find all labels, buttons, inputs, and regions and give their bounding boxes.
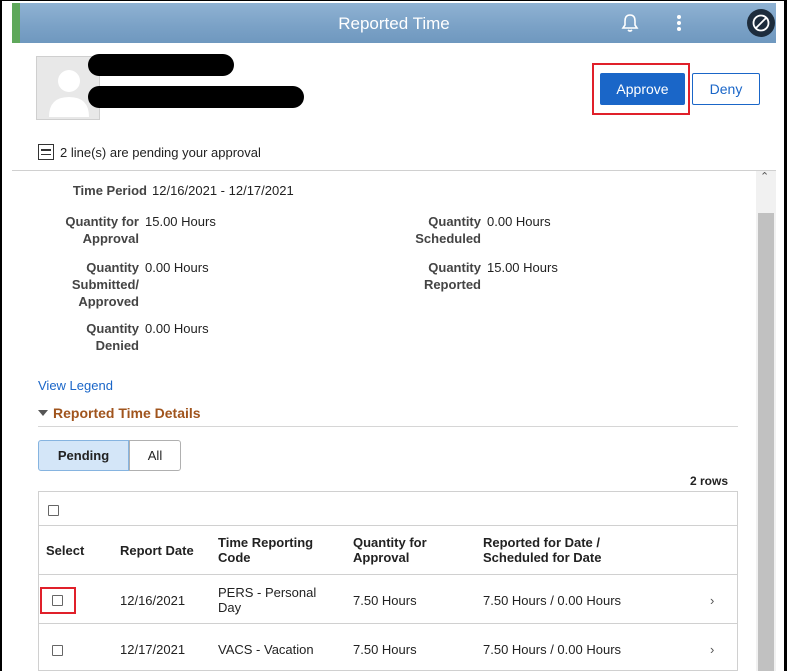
scroll-up-icon[interactable]: ⌃ — [760, 170, 769, 183]
row-reported: 7.50 Hours / 0.00 Hours — [483, 642, 622, 657]
qty-scheduled-value: 0.00 Hours — [487, 214, 551, 229]
view-legend-link[interactable]: View Legend — [38, 378, 113, 393]
row-quantity: 7.50 Hours — [353, 593, 417, 608]
rows-count: 2 rows — [689, 474, 728, 488]
pending-notice: 2 line(s) are pending your approval — [38, 143, 261, 161]
navbar-icon[interactable] — [747, 9, 775, 37]
row-trc: VACS - Vacation — [218, 642, 314, 657]
qty-denied-value: 0.00 Hours — [145, 321, 209, 336]
tab-all[interactable]: All — [129, 440, 181, 471]
col-quantity-for-approval: Quantity for Approval — [353, 535, 427, 565]
qty-scheduled-label: Quantity Scheduled — [415, 214, 481, 246]
row-report-date: 12/17/2021 — [120, 642, 186, 657]
redacted-name — [88, 54, 234, 76]
scroll-thumb[interactable] — [758, 213, 774, 671]
row-divider — [38, 623, 738, 624]
more-actions-icon[interactable] — [672, 11, 686, 35]
list-icon[interactable] — [38, 144, 54, 160]
qty-submitted-value: 0.00 Hours — [145, 260, 209, 275]
page-title: Reported Time — [338, 14, 450, 33]
tab-pending[interactable]: Pending — [38, 440, 129, 471]
chevron-right-icon[interactable]: › — [710, 642, 714, 657]
qty-approval-label: Quantity for Approval — [65, 214, 139, 246]
col-report-date: Report Date — [120, 543, 194, 558]
pending-text: 2 line(s) are pending your approval — [60, 144, 261, 160]
col-reported-scheduled: Reported for Date / Scheduled for Date — [483, 535, 602, 565]
chevron-right-icon[interactable]: › — [710, 593, 714, 608]
row-report-date: 12/16/2021 — [120, 593, 186, 608]
table-divider — [38, 525, 738, 526]
qty-submitted-label: Quantity Submitted/Approved — [71, 260, 139, 309]
section-divider — [38, 426, 738, 427]
triangle-down-icon — [38, 410, 48, 416]
qty-denied-label: Quantity Denied — [86, 321, 139, 353]
row-trc: PERS - Personal Day — [218, 585, 317, 615]
col-select: Select — [46, 543, 85, 558]
deny-button[interactable]: Deny — [692, 73, 760, 105]
select-all-checkbox[interactable] — [48, 505, 59, 516]
redacted-details — [88, 86, 304, 108]
bell-icon[interactable] — [619, 11, 641, 35]
row-reported: 7.50 Hours / 0.00 Hours — [483, 593, 622, 608]
time-period-label: Time Period — [72, 183, 147, 198]
select-checkbox-highlight — [40, 587, 76, 614]
time-period-value: 12/16/2021 - 12/17/2021 — [152, 183, 294, 198]
row-select-checkbox[interactable] — [52, 645, 63, 656]
header-row-divider — [38, 574, 738, 575]
qty-reported-label: Quantity Reported — [423, 260, 481, 292]
reported-time-details-toggle[interactable]: Reported Time Details — [38, 405, 201, 421]
qty-reported-value: 15.00 Hours — [487, 260, 558, 275]
section-title: Reported Time Details — [53, 405, 201, 421]
qty-approval-value: 15.00 Hours — [145, 214, 216, 229]
top-bar: Reported Time — [12, 3, 776, 43]
approve-button[interactable]: Approve — [600, 73, 685, 105]
col-time-reporting-code: Time Reporting Code — [218, 535, 314, 565]
row-quantity: 7.50 Hours — [353, 642, 417, 657]
